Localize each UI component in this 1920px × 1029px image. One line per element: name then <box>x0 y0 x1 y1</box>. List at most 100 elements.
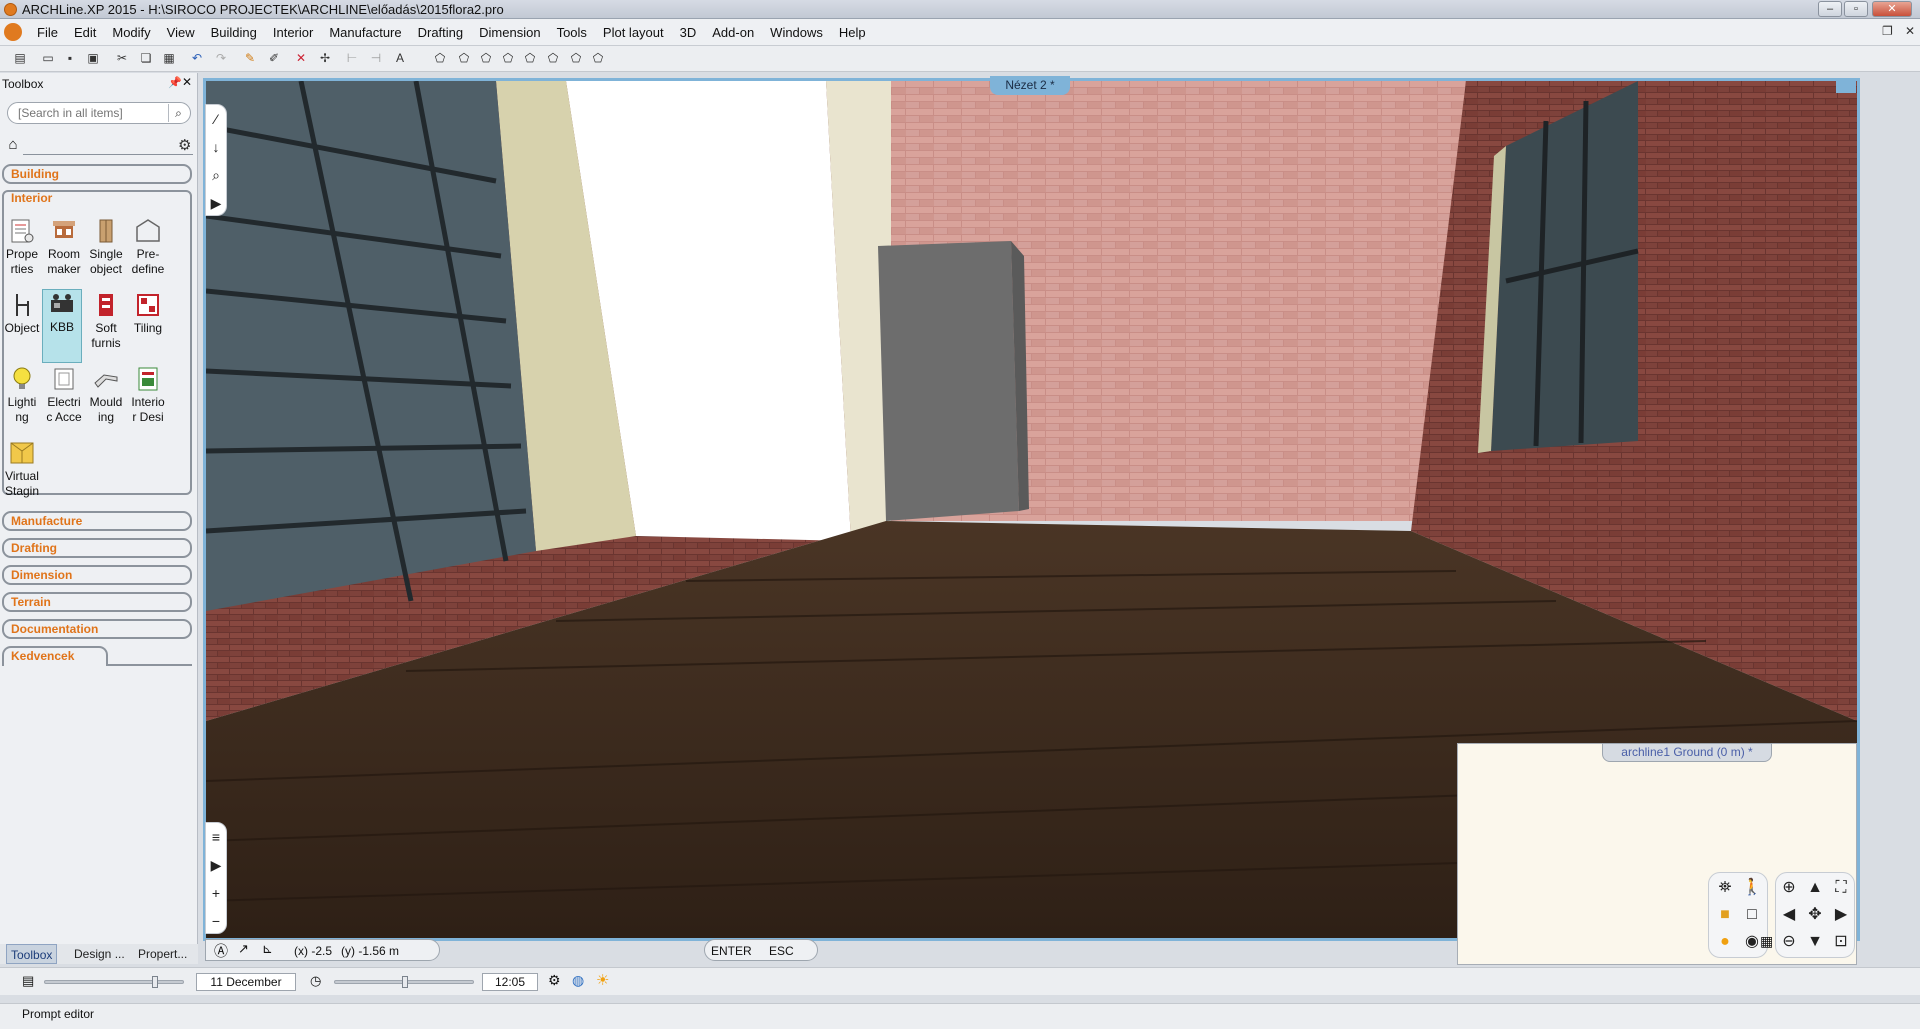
view-3d-icon-2[interactable]: ⬠ <box>456 50 472 66</box>
tool-soft-furnishing[interactable]: Soft furnis <box>86 291 126 351</box>
view-3d-icon-3[interactable]: ⬠ <box>478 50 494 66</box>
menu-plot-layout[interactable]: Plot layout <box>595 25 672 40</box>
open-file-icon[interactable]: ▭ <box>40 50 56 66</box>
delete-icon[interactable]: ✕ <box>293 50 309 66</box>
category-terrain[interactable]: Terrain <box>2 592 192 612</box>
view-3d-icon-1[interactable]: ⬠ <box>432 50 448 66</box>
tool-tiling[interactable]: Tiling <box>128 291 168 336</box>
copy-icon[interactable]: ❏ <box>138 50 154 66</box>
menu-manufacture[interactable]: Manufacture <box>321 25 409 40</box>
tool-predefine[interactable]: Pre- define <box>128 217 168 277</box>
menu-help[interactable]: Help <box>831 25 874 40</box>
tab-toolbox[interactable]: Toolbox <box>6 944 58 964</box>
home-icon[interactable]: ⌂ <box>3 135 23 155</box>
redo-icon[interactable]: ↷ <box>213 50 229 66</box>
calendar-icon[interactable]: ▤ <box>22 973 34 989</box>
undo-icon[interactable]: ↶ <box>189 50 205 66</box>
walk-icon[interactable]: 🚶 <box>1741 877 1763 899</box>
tool-room-maker[interactable]: Room maker <box>44 217 84 277</box>
tool-lighting[interactable]: Lighti ng <box>2 365 42 425</box>
arrow-down-icon[interactable]: ▼ <box>1804 931 1826 953</box>
prompt-editor[interactable]: Prompt editor <box>0 1003 1920 1029</box>
gear-icon[interactable]: ⚙ <box>178 136 191 154</box>
pan-icon[interactable]: ✥ <box>1804 904 1826 926</box>
category-interior[interactable]: Interior <box>4 190 59 206</box>
snap-icon[interactable]: Ⓐ <box>214 941 228 961</box>
enter-button[interactable]: ENTER <box>711 944 752 958</box>
tool-object[interactable]: Object <box>2 291 42 336</box>
search-input[interactable] <box>18 105 166 121</box>
menu-edit[interactable]: Edit <box>66 25 104 40</box>
menu-tools[interactable]: Tools <box>549 25 595 40</box>
sun-icon[interactable]: ● <box>1714 931 1736 953</box>
camera-icon[interactable]: ⛯ <box>1714 877 1736 899</box>
mdi-restore-icon[interactable]: ❐ <box>1882 24 1893 38</box>
tool-interior-designer[interactable]: Interio r Desi <box>128 365 168 425</box>
menu-3d[interactable]: 3D <box>672 25 705 40</box>
arrow-right-icon[interactable]: ▶ <box>1830 904 1852 926</box>
view-tab-title[interactable]: Nézet 2 * <box>990 76 1070 95</box>
menu-windows[interactable]: Windows <box>762 25 831 40</box>
category-dimension[interactable]: Dimension <box>2 565 192 585</box>
zoom-in-icon[interactable]: ⊕ <box>1778 877 1800 899</box>
menu-building[interactable]: Building <box>203 25 265 40</box>
view-3d-icon-4[interactable]: ⬠ <box>500 50 516 66</box>
tool-single-object[interactable]: Single object <box>86 217 126 277</box>
tab-properties[interactable]: Propert... <box>134 944 191 964</box>
list-icon[interactable]: ≡ <box>206 823 226 851</box>
close-button[interactable]: ✕ <box>1872 1 1912 17</box>
layout-icon[interactable]: ▦ <box>1760 933 1773 950</box>
date-field[interactable]: 11 December <box>196 973 296 991</box>
search-icon[interactable]: ⌕ <box>168 104 188 122</box>
ruler-icon[interactable]: ⊾ <box>262 941 273 957</box>
shaded-cube-icon[interactable]: ■ <box>1714 904 1736 926</box>
paint-icon[interactable]: ✎ <box>242 50 258 66</box>
esc-button[interactable]: ESC <box>769 944 794 958</box>
tool-properties[interactable]: Prope rties <box>2 217 42 277</box>
view-3d-icon-5[interactable]: ⬠ <box>522 50 538 66</box>
view-3d-icon-6[interactable]: ⬠ <box>545 50 561 66</box>
pencil-icon[interactable]: ⁄ <box>206 105 226 133</box>
time-field[interactable]: 12:05 <box>482 973 538 991</box>
globe-icon[interactable]: ◍ <box>572 972 584 989</box>
align-right-icon[interactable]: ⊣ <box>368 50 384 66</box>
zoom-out-icon[interactable]: ⊖ <box>1778 931 1800 953</box>
category-manufacture[interactable]: Manufacture <box>2 511 192 531</box>
time-slider-knob[interactable] <box>402 976 408 988</box>
plus-icon[interactable]: + <box>206 879 226 907</box>
pin-icon[interactable]: 📌 <box>168 76 182 89</box>
mdi-close-icon[interactable]: ✕ <box>1905 24 1915 38</box>
zoom-extents-icon[interactable]: ⛶ <box>1830 877 1852 899</box>
text-icon[interactable]: A <box>392 50 408 66</box>
tool-moulding[interactable]: Mould ing <box>86 365 126 425</box>
arrow-left-icon[interactable]: ◀ <box>1778 904 1800 926</box>
arrow-up-icon[interactable]: ▲ <box>1804 877 1826 899</box>
menu-modify[interactable]: Modify <box>104 25 158 40</box>
clock-icon[interactable]: ◷ <box>310 973 321 989</box>
menu-view[interactable]: View <box>159 25 203 40</box>
menu-interior[interactable]: Interior <box>265 25 321 40</box>
minus-icon[interactable]: − <box>206 907 226 935</box>
cut-icon[interactable]: ✂ <box>114 50 130 66</box>
tool-virtual-staging[interactable]: Virtual Stagin <box>2 439 42 499</box>
day-slider[interactable] <box>44 976 184 988</box>
category-building[interactable]: Building <box>2 164 192 184</box>
time-slider[interactable] <box>334 976 474 988</box>
sun-position-icon[interactable]: ⚙ <box>548 972 561 989</box>
category-drafting[interactable]: Drafting <box>2 538 192 558</box>
new-file-icon[interactable]: ▤ <box>12 50 28 66</box>
menu-file[interactable]: File <box>29 25 66 40</box>
menu-dimension[interactable]: Dimension <box>471 25 548 40</box>
tool-electric-accessories[interactable]: Electri c Acce <box>44 365 84 425</box>
category-kedvencek[interactable]: Kedvencek <box>2 646 108 666</box>
floorplan-tab-title[interactable]: archline1 Ground (0 m) * <box>1602 743 1772 762</box>
paste-icon[interactable]: ▦ <box>161 50 177 66</box>
wire-cube-icon[interactable]: □ <box>1741 904 1763 926</box>
maximize-button[interactable]: ▫ <box>1844 1 1868 17</box>
save-icon[interactable]: ▪ <box>62 50 78 66</box>
play-icon[interactable]: ▶ <box>206 189 226 217</box>
zoom-icon[interactable]: ⌕ <box>206 161 226 189</box>
close-panel-icon[interactable]: ✕ <box>182 75 192 89</box>
day-slider-knob[interactable] <box>152 976 159 988</box>
menu-drafting[interactable]: Drafting <box>410 25 472 40</box>
